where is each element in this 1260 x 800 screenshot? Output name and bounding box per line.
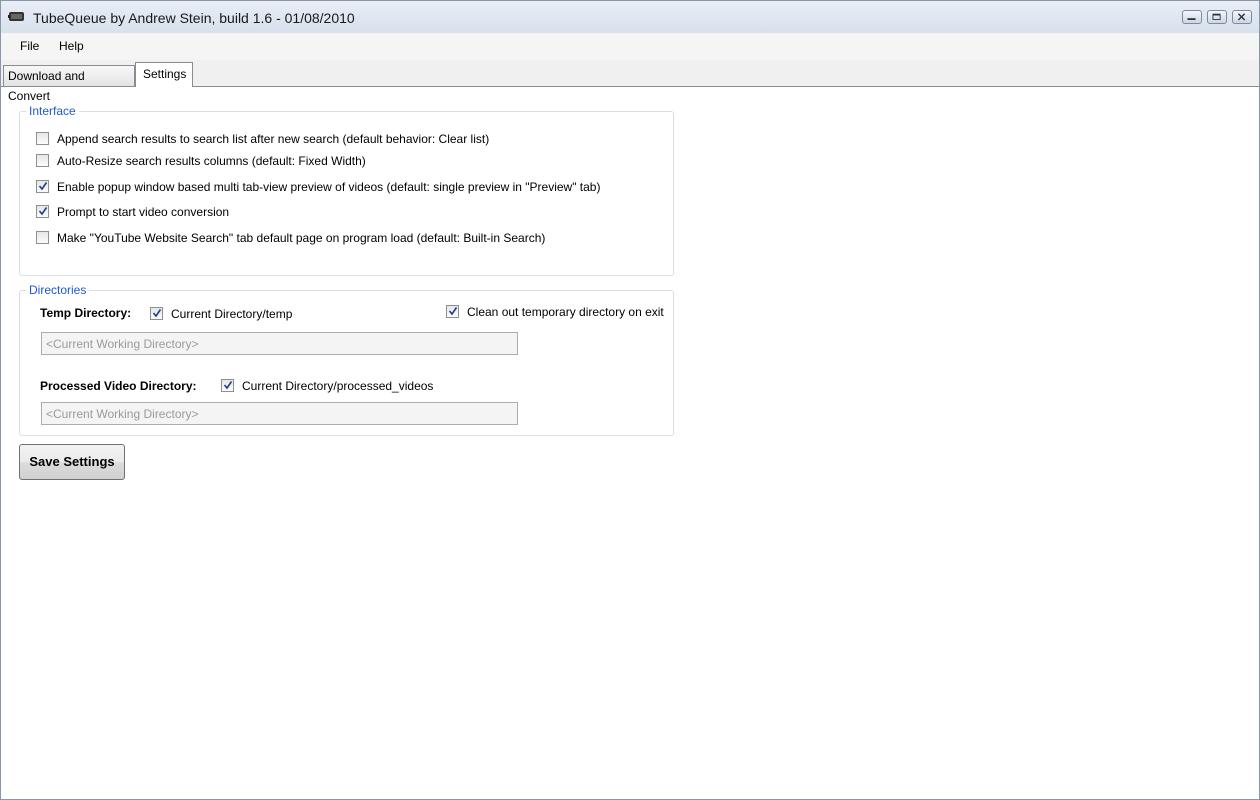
checkbox[interactable]	[36, 205, 49, 218]
directories-group-title: Directories	[26, 283, 90, 298]
processed-directory-label: Processed Video Directory:	[40, 379, 197, 393]
checkbox[interactable]	[36, 231, 49, 244]
interface-group-title: Interface	[26, 104, 79, 119]
option-label: Auto-Resize search results columns (defa…	[57, 154, 366, 168]
tab-download-and-convert[interactable]: Download and Convert	[3, 65, 135, 103]
maximize-button[interactable]	[1207, 10, 1227, 24]
temp-directory-field[interactable]: <Current Working Directory>	[41, 332, 518, 355]
menu-bar: File Help	[1, 33, 1259, 60]
checkbox[interactable]	[221, 379, 234, 392]
interface-group: Interface Append search results to searc…	[19, 104, 674, 276]
app-icon	[8, 12, 24, 21]
checkbox[interactable]	[446, 305, 459, 318]
checkbox[interactable]	[36, 154, 49, 167]
tab-settings[interactable]: Settings	[135, 62, 193, 87]
temp-directory-label: Temp Directory:	[40, 306, 132, 320]
close-button[interactable]	[1232, 10, 1252, 24]
checkmark-icon	[152, 309, 162, 318]
option-label: Current Directory/processed_videos	[242, 379, 434, 393]
processed-directory-field[interactable]: <Current Working Directory>	[41, 402, 518, 425]
option-label: Append search results to search list aft…	[57, 132, 490, 146]
checkmark-icon	[38, 207, 48, 216]
tab-strip: Download and Convert Settings	[1, 60, 1259, 103]
maximize-icon	[1212, 13, 1221, 20]
checkbox[interactable]	[36, 180, 49, 193]
title-bar[interactable]: TubeQueue by Andrew Stein, build 1.6 - 0…	[1, 1, 1259, 33]
option-label: Make "YouTube Website Search" tab defaul…	[57, 231, 546, 245]
menu-help[interactable]: Help	[59, 39, 84, 53]
menu-file[interactable]: File	[20, 39, 39, 53]
minimize-button[interactable]	[1182, 10, 1202, 24]
save-settings-button[interactable]: Save Settings	[19, 444, 125, 480]
option-label: Prompt to start video conversion	[57, 205, 230, 219]
app-window: TubeQueue by Andrew Stein, build 1.6 - 0…	[0, 0, 1260, 800]
checkbox[interactable]	[36, 132, 49, 145]
checkmark-icon	[38, 182, 48, 191]
option-label: Clean out temporary directory on exit	[467, 305, 664, 319]
option-label: Enable popup window based multi tab-view…	[57, 180, 601, 194]
checkbox[interactable]	[150, 307, 163, 320]
close-icon	[1237, 13, 1246, 21]
directories-group: Directories Temp Directory: Current Dire…	[19, 283, 674, 436]
checkmark-icon	[223, 381, 233, 390]
minimize-icon	[1187, 18, 1196, 20]
option-label: Current Directory/temp	[171, 307, 293, 321]
checkmark-icon	[448, 307, 458, 316]
window-title: TubeQueue by Andrew Stein, build 1.6 - 0…	[33, 10, 355, 26]
